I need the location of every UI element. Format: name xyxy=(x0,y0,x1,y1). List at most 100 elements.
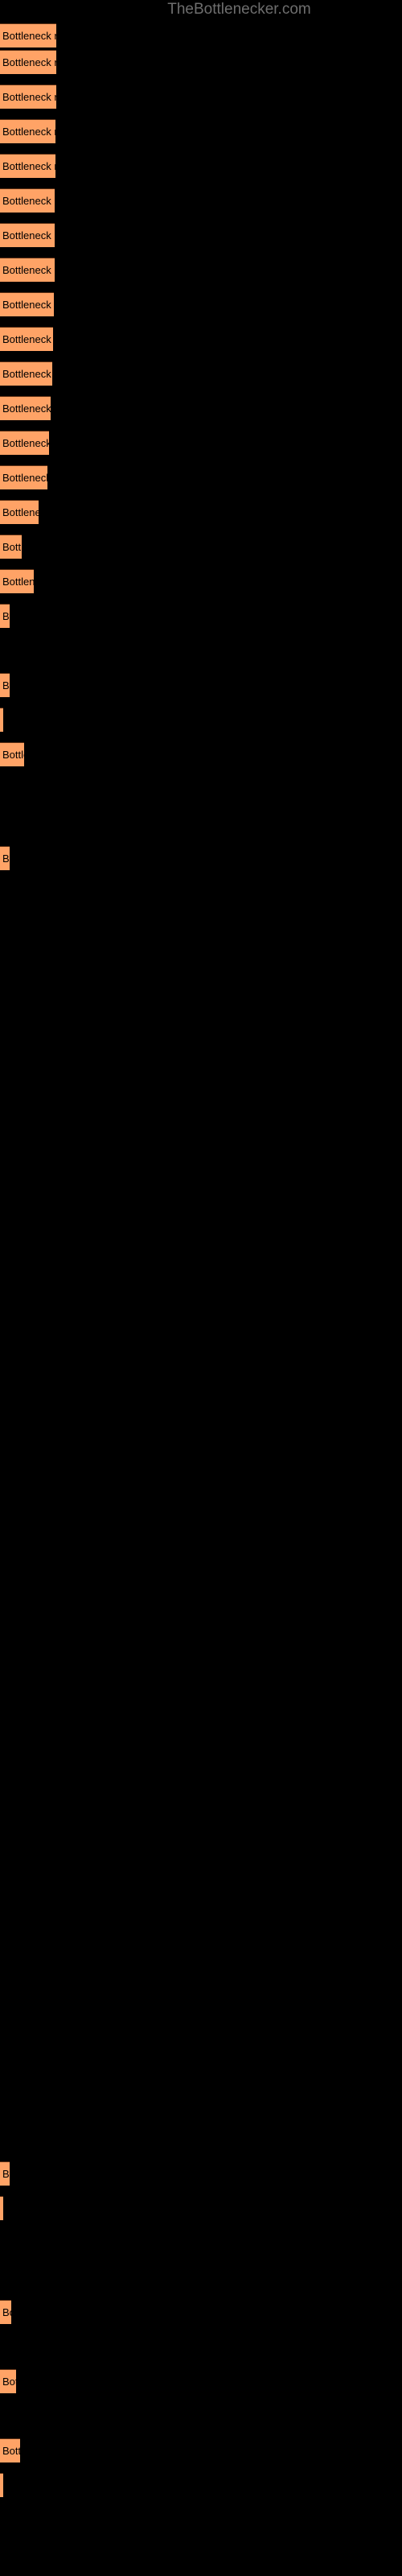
bar-row: Bottleneck result xyxy=(0,292,402,316)
bar[interactable]: Bottleneck result xyxy=(0,327,53,351)
bar[interactable]: Bottleneck result xyxy=(0,535,22,559)
bar[interactable]: Bottleneck result xyxy=(0,223,55,247)
bar-row: Bottleneck result xyxy=(0,742,402,766)
bar-row xyxy=(0,1331,402,1355)
plot-area: Bottleneck result Bottleneck result Bottle… xyxy=(0,0,402,2576)
bar[interactable]: Bottleneck result xyxy=(0,396,51,420)
bar-row xyxy=(0,1261,402,1286)
bar[interactable]: Bottleneck result xyxy=(0,604,10,628)
bar-row xyxy=(0,1227,402,1251)
bar-row xyxy=(0,1469,402,1493)
bar-row: Bottleneck result xyxy=(0,431,402,455)
bar-row: Bottleneck result xyxy=(0,2161,402,2186)
bar-row xyxy=(0,2334,402,2359)
bar-row xyxy=(0,1400,402,1424)
bar[interactable]: Bottleneck result xyxy=(0,188,55,213)
bar-label: Bottleneck result xyxy=(2,2474,3,2497)
bar-label: Bottleneck result xyxy=(2,472,47,484)
bar-label: Bottleneck result xyxy=(2,2445,20,2457)
bar-row xyxy=(0,1815,402,1839)
bar[interactable]: Bottleneck result xyxy=(0,673,10,697)
bar-row: Bottleneck result xyxy=(0,465,402,489)
bar-row xyxy=(0,1885,402,1909)
bar-row: Bottleneck result xyxy=(0,846,402,870)
bar-row: Bottleneck result xyxy=(0,569,402,593)
bottleneck-bar-chart: TheBottlenecker.com Bottleneck resultBot… xyxy=(0,0,402,2576)
bar[interactable]: Bottleneck result xyxy=(0,2300,11,2324)
bar-label: Bottleneck result xyxy=(2,506,39,518)
bar-row xyxy=(0,1504,402,1528)
bar-row: Bottleneck result xyxy=(0,2438,402,2462)
bar-row: Bottleneck result xyxy=(0,2300,402,2324)
bar-row xyxy=(0,1711,402,1736)
bar-row xyxy=(0,2092,402,2116)
bar[interactable]: Bottleneck result xyxy=(0,708,3,732)
bar[interactable]: Bottleneck result xyxy=(0,2473,3,2497)
bar-label: Bottleneck result xyxy=(2,610,10,622)
bar-label: Bottleneck result xyxy=(2,708,3,732)
bar-row: Bottleneck result xyxy=(0,2196,402,2220)
bar-label: Bottleneck result xyxy=(2,402,51,415)
bar[interactable]: Bottleneck result xyxy=(0,742,24,766)
bar[interactable]: Bottleneck result xyxy=(0,119,55,143)
bar-label: Bottleneck result xyxy=(2,229,55,242)
bar-row: Bottleneck result xyxy=(0,119,402,143)
bar-row: Bottleneck result xyxy=(0,2369,402,2393)
bar-row xyxy=(0,950,402,974)
bar-row xyxy=(0,1608,402,1632)
bar-row xyxy=(0,1677,402,1701)
bar-label: Bottleneck result xyxy=(2,299,54,311)
bar-row xyxy=(0,1919,402,1943)
bar[interactable]: Bottleneck result xyxy=(0,2369,16,2393)
bar-row xyxy=(0,1988,402,2013)
bar[interactable]: Bottleneck result xyxy=(0,500,39,524)
bar-label: Bottleneck result xyxy=(2,160,55,172)
bar-label: Bottleneck result xyxy=(2,749,24,761)
bar-row xyxy=(0,985,402,1009)
bar-label: Bottleneck result xyxy=(2,368,52,380)
bar-row xyxy=(0,2508,402,2532)
bar-label: Bottleneck result xyxy=(2,2168,10,2180)
bar-row xyxy=(0,777,402,801)
bar-row xyxy=(0,811,402,836)
bar[interactable]: Bottleneck result xyxy=(0,2161,10,2186)
bar-row xyxy=(0,1296,402,1320)
bar[interactable]: Bottleneck result xyxy=(0,431,49,455)
bar[interactable]: Bottleneck result xyxy=(0,23,56,47)
bar[interactable]: Bottleneck result xyxy=(0,569,34,593)
bar-row xyxy=(0,1123,402,1147)
bar[interactable]: Bottleneck result xyxy=(0,85,56,109)
bar-label: Bottleneck result xyxy=(2,679,10,691)
bar-row xyxy=(0,1642,402,1666)
bar[interactable]: Bottleneck result xyxy=(0,292,54,316)
bar-row: Bottleneck result xyxy=(0,85,402,109)
bar[interactable]: Bottleneck result xyxy=(0,50,56,74)
bar-label: Bottleneck result xyxy=(2,2197,3,2220)
bar-row xyxy=(0,1850,402,1874)
bar-label: Bottleneck result xyxy=(2,852,10,865)
bar-row: Bottleneck result xyxy=(0,361,402,386)
bar[interactable]: Bottleneck result xyxy=(0,846,10,870)
bar-row: Bottleneck result xyxy=(0,535,402,559)
bar-row: Bottleneck result xyxy=(0,708,402,732)
bar[interactable]: Bottleneck result xyxy=(0,465,47,489)
bar-row xyxy=(0,1538,402,1563)
bar-row xyxy=(0,1088,402,1113)
bar-row xyxy=(0,2404,402,2428)
bar[interactable]: Bottleneck result xyxy=(0,361,52,386)
bar-label: Bottleneck result xyxy=(2,541,22,553)
bar[interactable]: Bottleneck result xyxy=(0,2438,20,2462)
bar-row: Bottleneck result xyxy=(0,396,402,420)
bar-row xyxy=(0,915,402,939)
bar-row xyxy=(0,2265,402,2289)
bar-row xyxy=(0,1781,402,1805)
bar-label: Bottleneck result xyxy=(2,126,55,138)
bar-row: Bottleneck result xyxy=(0,223,402,247)
bar[interactable]: Bottleneck result xyxy=(0,2196,3,2220)
bar-label: Bottleneck result xyxy=(2,576,34,588)
bar-label: Bottleneck result xyxy=(2,91,56,103)
bar-row xyxy=(0,1019,402,1043)
bar-row xyxy=(0,1054,402,1078)
bar[interactable]: Bottleneck result xyxy=(0,154,55,178)
bar[interactable]: Bottleneck result xyxy=(0,258,55,282)
